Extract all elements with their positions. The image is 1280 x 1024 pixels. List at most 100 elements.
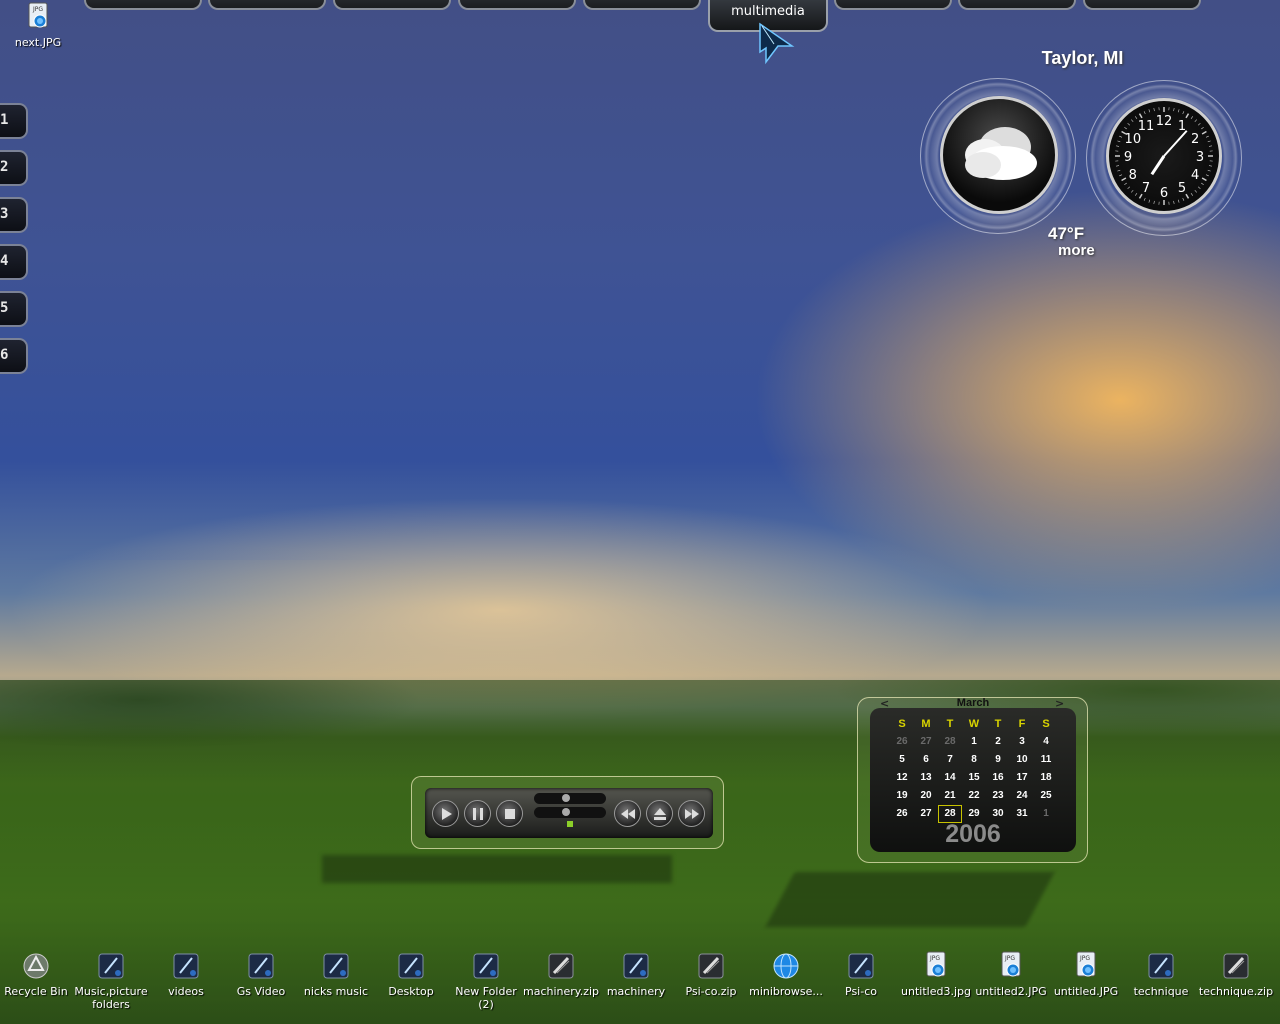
calendar-day-cell[interactable]: 8: [962, 751, 986, 769]
eject-button[interactable]: [646, 800, 673, 827]
zip-file-icon: [547, 951, 575, 981]
calendar-day-cell[interactable]: 14: [938, 769, 962, 787]
volume-knob[interactable]: [562, 808, 570, 816]
desktop-icon-music-picture-folders[interactable]: Music,picture folders: [73, 951, 149, 1011]
calendar-day-cell[interactable]: 22: [962, 787, 986, 805]
desktop-icon-nicks-music[interactable]: nicks music: [298, 951, 374, 998]
desktop-tab-5[interactable]: 5: [0, 291, 28, 327]
calendar-day-cell[interactable]: 1: [962, 733, 986, 751]
folder-shortcut-icon: [322, 951, 350, 981]
desktop-icon-gs-video[interactable]: Gs Video: [223, 951, 299, 998]
calendar-day-cell[interactable]: 11: [1034, 751, 1058, 769]
clock-numeral: 8: [1129, 168, 1137, 183]
calendar-day-cell[interactable]: 12: [890, 769, 914, 787]
calendar-day-cell[interactable]: 6: [914, 751, 938, 769]
calendar-day-cell[interactable]: 7: [938, 751, 962, 769]
desktop-icon-new-folder-2[interactable]: New Folder (2): [448, 951, 524, 1011]
desktop-icon-label: Psi-co.zip: [685, 985, 737, 998]
clock-numeral: 3: [1196, 150, 1204, 165]
desktop-tab-6[interactable]: 6: [0, 338, 28, 374]
desktop-icon-technique-zip[interactable]: technique.zip: [1198, 951, 1274, 998]
desktop-icon-videos[interactable]: videos: [148, 951, 224, 998]
desktop-tab-3[interactable]: 3: [0, 197, 28, 233]
player-shadow: [322, 855, 672, 883]
calendar-month: March: [956, 697, 990, 709]
clock-numeral: 5: [1178, 181, 1186, 196]
desktop-tab-2-label: 2: [0, 159, 9, 175]
desktop-icon-label: machinery.zip: [523, 985, 600, 998]
calendar-day-cell[interactable]: 17: [1010, 769, 1034, 787]
calendar-day-cell[interactable]: 27: [914, 733, 938, 751]
calendar-day-cell[interactable]: 5: [890, 751, 914, 769]
desktop-tab-6-label: 6: [0, 347, 9, 363]
desktop-icon-desktop[interactable]: Desktop: [373, 951, 449, 998]
folder-shortcut-icon: [622, 951, 650, 981]
desktop-icon-untitled2-jpg[interactable]: JPG untitled2.JPG: [973, 951, 1049, 998]
calendar-day-cell[interactable]: 16: [986, 769, 1010, 787]
desktop-tab-2[interactable]: 2: [0, 150, 28, 186]
desktop-tab-1-label: 1: [0, 112, 9, 128]
top-tab-2[interactable]: [208, 0, 326, 10]
calendar-day-cell[interactable]: 18: [1034, 769, 1058, 787]
desktop-tab-4-label: 4: [0, 253, 9, 269]
top-tab-3[interactable]: [333, 0, 451, 10]
eject-icon: [654, 808, 666, 820]
calendar-day-cell[interactable]: 28: [938, 733, 962, 751]
calendar-weekday: M: [921, 718, 931, 730]
desktop-icon-recycle-bin[interactable]: Recycle Bin: [0, 951, 74, 998]
calendar-day-cell[interactable]: 13: [914, 769, 938, 787]
desktop-tab-1[interactable]: 1: [0, 103, 28, 139]
desktop-icon-machinery[interactable]: machinery: [598, 951, 674, 998]
calendar-day-cell[interactable]: 24: [1010, 787, 1034, 805]
desktop-icon-label: technique: [1133, 985, 1189, 998]
calendar-day-cell[interactable]: 9: [986, 751, 1010, 769]
desktop-tab-4[interactable]: 4: [0, 244, 28, 280]
desktop-icon-label: New Folder (2): [455, 985, 517, 1011]
desktop-icon-technique[interactable]: technique: [1123, 951, 1199, 998]
desktop-icon-next-jpg[interactable]: JPG next.JPG: [0, 2, 76, 49]
top-tab-5[interactable]: [583, 0, 701, 10]
seek-knob[interactable]: [562, 794, 570, 802]
calendar-day-cell[interactable]: 21: [938, 787, 962, 805]
desktop-icon-machinery-zip[interactable]: machinery.zip: [523, 951, 599, 998]
weather-more-link[interactable]: more: [1058, 242, 1095, 259]
top-tab-1[interactable]: [84, 0, 202, 10]
clock-numeral: 4: [1191, 168, 1199, 183]
stop-button[interactable]: [496, 800, 523, 827]
calendar-day-cell[interactable]: 25: [1034, 787, 1058, 805]
weather-dial[interactable]: [940, 96, 1058, 214]
desktop-icon-psi-co-zip[interactable]: Psi-co.zip: [673, 951, 749, 998]
top-tab-4[interactable]: [458, 0, 576, 10]
top-tab-9[interactable]: [1083, 0, 1201, 10]
rewind-icon: [621, 809, 635, 819]
play-button[interactable]: [432, 800, 459, 827]
desktop-icon-minibrowse[interactable]: minibrowse...: [748, 951, 824, 998]
calendar-day-cell[interactable]: 15: [962, 769, 986, 787]
calendar-day-cell[interactable]: 2: [986, 733, 1010, 751]
desktop-icon-label: Music,picture folders: [74, 985, 148, 1011]
desktop-icon-untitled-jpg[interactable]: JPG untitled.JPG: [1048, 951, 1124, 998]
calendar-day-cell[interactable]: 26: [890, 733, 914, 751]
svg-text:JPG: JPG: [929, 955, 940, 962]
volume-slider[interactable]: [534, 807, 606, 818]
top-tab-8[interactable]: [958, 0, 1076, 10]
desktop-icon-psi-co[interactable]: Psi-co: [823, 951, 899, 998]
desktop-icon-label: untitled2.JPG: [975, 985, 1047, 998]
calendar-day-cell[interactable]: 19: [890, 787, 914, 805]
clock-numeral: 9: [1124, 150, 1132, 165]
desktop-icon-untitled3-jpg[interactable]: JPG untitled3.jpg: [898, 951, 974, 998]
calendar-day-cell[interactable]: 20: [914, 787, 938, 805]
calendar-day-cell[interactable]: 23: [986, 787, 1010, 805]
seek-slider[interactable]: [534, 793, 606, 804]
desktop-icon-label: Recycle Bin: [4, 985, 68, 998]
calendar-day-cell[interactable]: 10: [1010, 751, 1034, 769]
desktop-icon-label: technique.zip: [1198, 985, 1274, 998]
top-tab-7[interactable]: [834, 0, 952, 10]
calendar-day-cell[interactable]: 4: [1034, 733, 1058, 751]
rewind-button[interactable]: [614, 800, 641, 827]
fast-forward-button[interactable]: [678, 800, 705, 827]
weather-city: Taylor, MI: [1041, 48, 1124, 68]
desktop-icon-label: machinery: [606, 985, 666, 998]
pause-button[interactable]: [464, 800, 491, 827]
calendar-day-cell[interactable]: 3: [1010, 733, 1034, 751]
